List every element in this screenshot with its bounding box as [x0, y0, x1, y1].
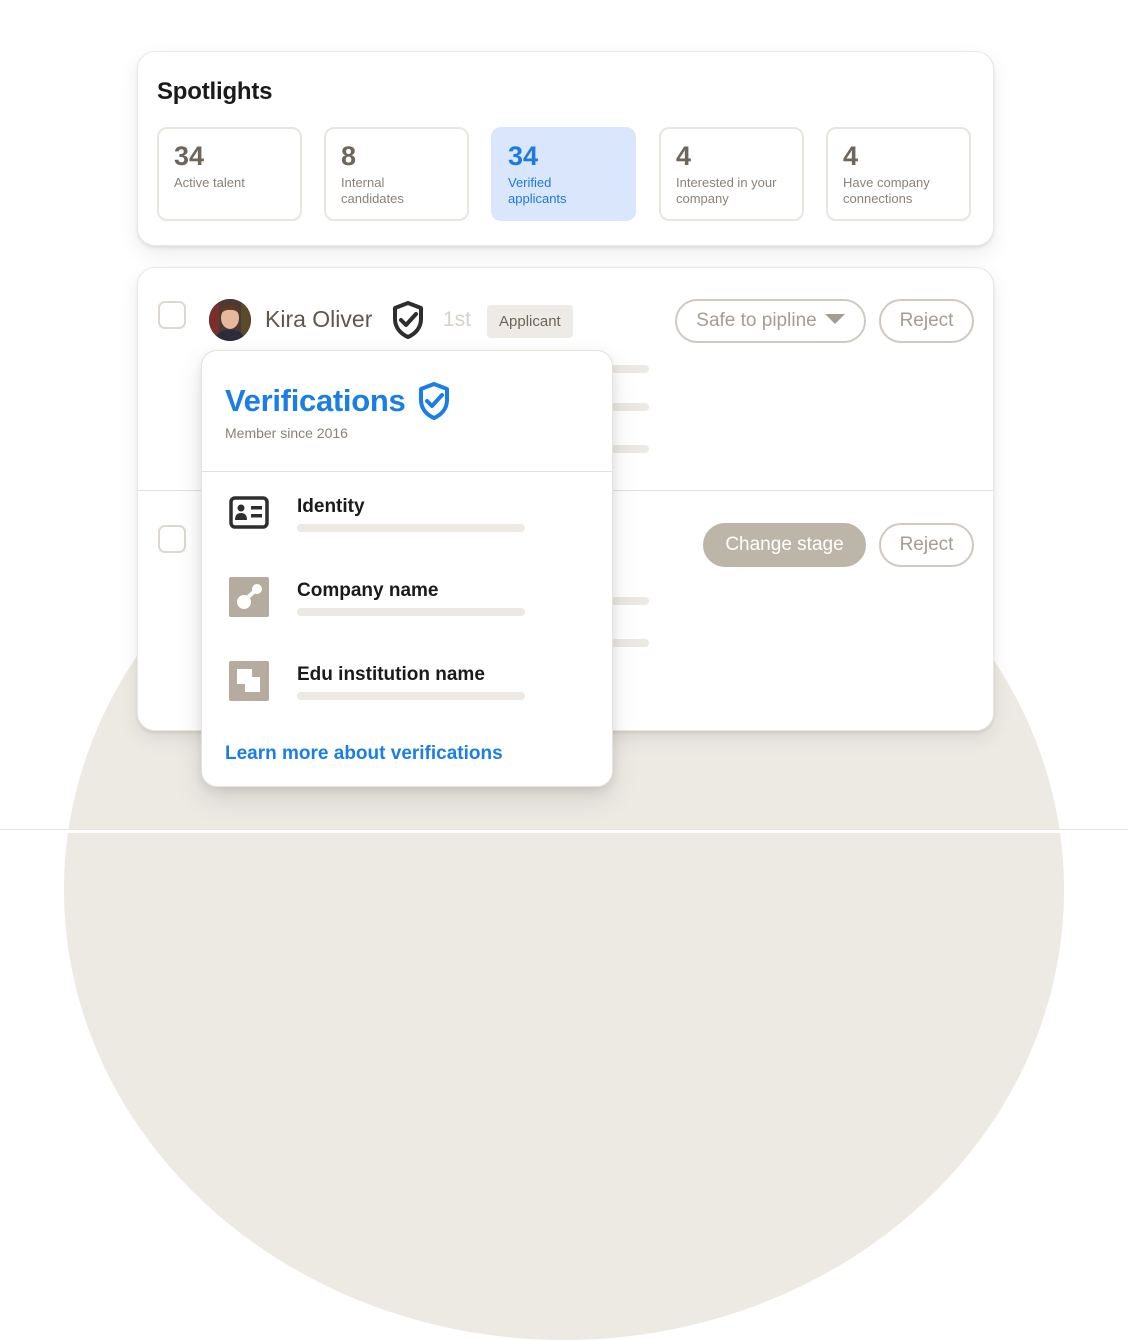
edu-logo-icon [229, 661, 269, 701]
stat-company-connections[interactable]: 4 Have company connections [826, 127, 971, 221]
stat-number: 4 [843, 141, 859, 171]
connection-degree: 1st [443, 308, 472, 331]
skeleton-line [611, 365, 649, 373]
learn-more-link[interactable]: Learn more about verifications [225, 743, 503, 765]
popover-divider [202, 471, 612, 472]
stat-active-talent[interactable]: 34 Active talent [157, 127, 302, 221]
edu-institution-label: Edu institution name [297, 664, 485, 685]
safe-to-pipeline-label: Safe to pipline [696, 310, 817, 331]
skeleton-line [611, 403, 649, 411]
member-since: Member since 2016 [225, 425, 348, 441]
verified-shield-icon [416, 381, 452, 426]
verifications-popover: Verifications Member since 2016 Identity… [201, 350, 613, 787]
reject-button[interactable]: Reject [879, 299, 974, 343]
company-name-label: Company name [297, 580, 439, 601]
candidate-name[interactable]: Kira Oliver [265, 306, 372, 333]
stat-number: 34 [508, 141, 539, 171]
reject-button[interactable]: Reject [879, 523, 974, 567]
reject-label: Reject [899, 534, 954, 555]
stat-label: Active talent [174, 175, 245, 190]
stat-verified-applicants[interactable]: 34 Verified applicants [491, 127, 636, 221]
skeleton-line [297, 524, 525, 532]
spotlights-card: Spotlights 34 Active talent 8 Internal c… [137, 51, 994, 246]
chevron-down-icon [824, 313, 845, 324]
stat-internal-candidates[interactable]: 8 Internal candidates [324, 127, 469, 221]
company-logo-icon [229, 577, 269, 617]
skeleton-line [611, 445, 649, 453]
stat-number: 4 [676, 141, 692, 171]
safe-to-pipeline-button[interactable]: Safe to pipline [675, 299, 866, 343]
bottom-edge [0, 829, 1128, 833]
change-stage-label: Change stage [725, 534, 844, 555]
spotlights-title: Spotlights [157, 78, 273, 105]
row-checkbox[interactable] [158, 525, 186, 553]
skeleton-line [297, 608, 525, 616]
verifications-title: Verifications [225, 383, 406, 418]
stat-label: Verified applicants [508, 175, 567, 206]
row-checkbox[interactable] [158, 301, 186, 329]
stat-interested[interactable]: 4 Interested in your company [659, 127, 804, 221]
skeleton-line [297, 692, 525, 700]
stat-number: 8 [341, 141, 357, 171]
stat-label: Have company connections [843, 175, 930, 206]
verified-shield-icon[interactable] [390, 300, 426, 345]
stat-label: Interested in your company [676, 175, 777, 206]
stat-number: 34 [174, 141, 205, 171]
avatar [209, 299, 251, 341]
skeleton-line [611, 639, 649, 647]
applicant-tag: Applicant [487, 305, 573, 338]
id-card-icon [229, 493, 269, 533]
identity-label: Identity [297, 496, 365, 517]
stat-label: Internal candidates [341, 175, 404, 206]
skeleton-line [611, 597, 649, 605]
change-stage-button[interactable]: Change stage [703, 523, 866, 567]
reject-label: Reject [899, 310, 954, 331]
